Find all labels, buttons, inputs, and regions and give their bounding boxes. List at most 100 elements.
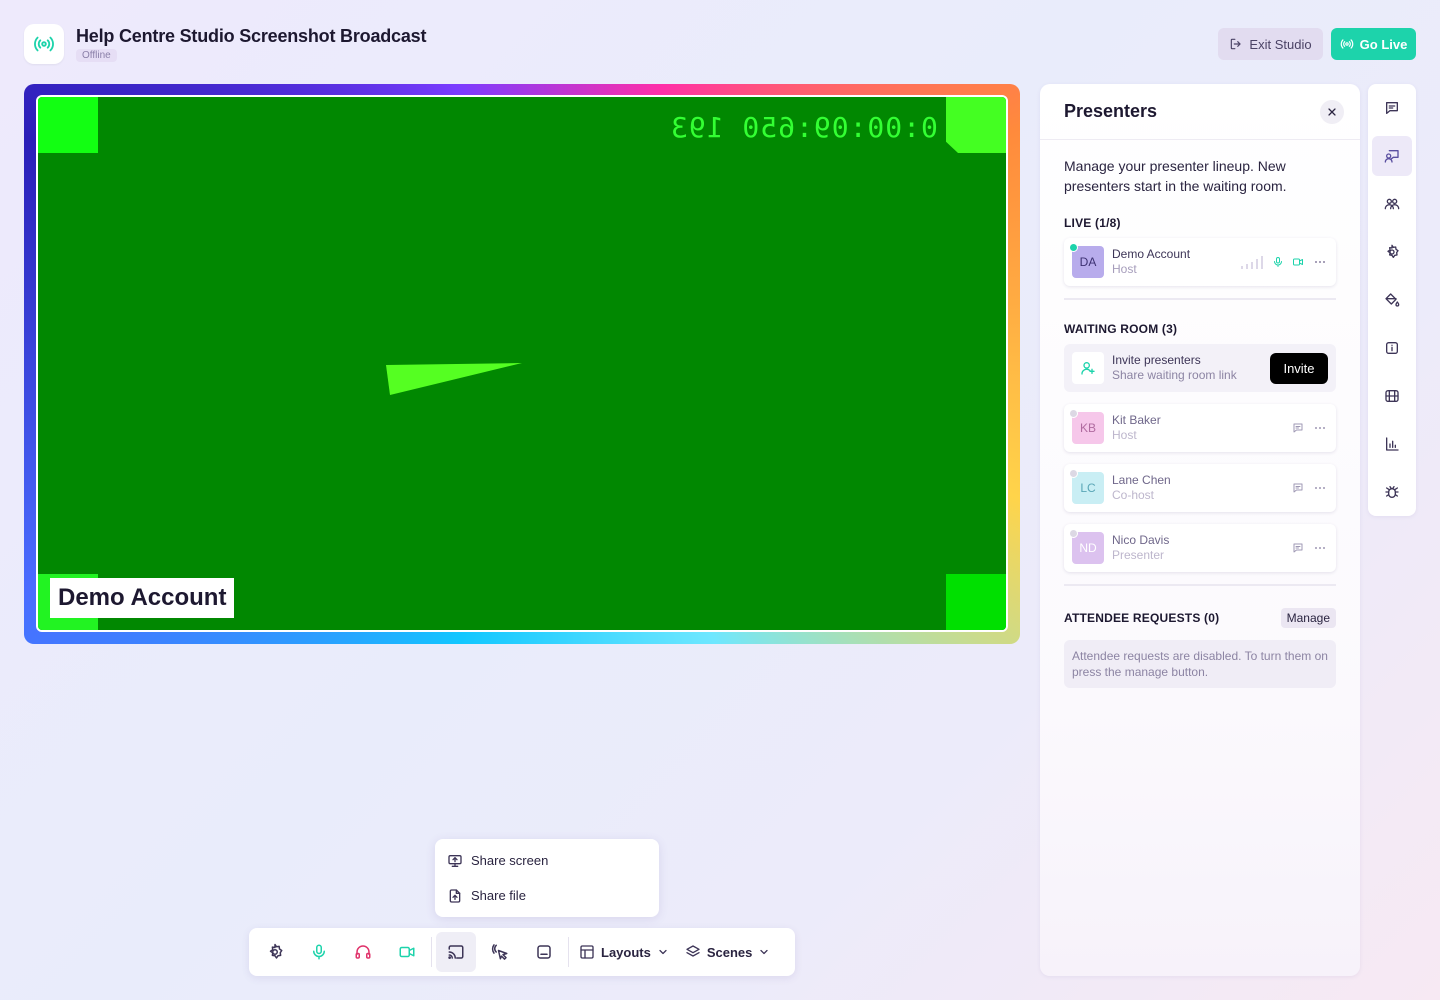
- manage-button[interactable]: Manage: [1280, 608, 1336, 628]
- microphone-button[interactable]: [299, 932, 339, 972]
- cast-icon: [448, 945, 464, 959]
- share-button[interactable]: [436, 932, 476, 972]
- presenter-name: Lane Chen: [1112, 473, 1171, 487]
- more-icon[interactable]: [1312, 482, 1328, 494]
- rail-debug-button[interactable]: [1372, 472, 1412, 512]
- microphone-icon[interactable]: [1272, 256, 1284, 268]
- gear-icon: [1387, 244, 1399, 258]
- chevron-down-icon: [760, 949, 769, 955]
- layouts-dropdown[interactable]: Layouts: [571, 932, 677, 972]
- avatar: DA: [1069, 243, 1104, 278]
- toolbar-divider: [568, 937, 569, 967]
- broadcast-icon: [34, 36, 54, 52]
- microphone-icon: [313, 944, 325, 960]
- presenter-card-live[interactable]: DA Demo Account Host: [1064, 238, 1336, 286]
- exit-studio-button[interactable]: Exit Studio: [1218, 28, 1323, 60]
- page-title: Help Centre Studio Screenshot Broadcast: [76, 26, 427, 46]
- scenes-label: Scenes: [706, 944, 753, 960]
- corner-marker-top-right: [946, 97, 1006, 153]
- close-icon: [1328, 107, 1336, 116]
- avatar: LC: [1069, 469, 1104, 504]
- online-status-dot: [1069, 243, 1078, 252]
- presenter-role: Co-host: [1112, 488, 1155, 502]
- pointer-icon: [491, 944, 508, 960]
- share-file-item[interactable]: Share file: [435, 878, 659, 913]
- chat-icon: [1386, 102, 1398, 114]
- studio-logo: [24, 24, 64, 64]
- rail-analytics-button[interactable]: [1372, 424, 1412, 464]
- rail-people-button[interactable]: [1372, 184, 1412, 224]
- headphones-button[interactable]: [343, 932, 383, 972]
- people-icon: [1384, 198, 1400, 210]
- presenter-role: Host: [1112, 262, 1137, 276]
- avatar-initials: LC: [1080, 481, 1096, 495]
- invite-button[interactable]: Invite: [1270, 352, 1328, 384]
- presenter-role: Host: [1112, 428, 1137, 442]
- paint-bucket-icon: [1385, 293, 1400, 307]
- panel-description: Manage your presenter lineup. New presen…: [1064, 158, 1287, 194]
- bottom-toolbar: Layouts Scenes: [249, 928, 795, 976]
- rail-settings-button[interactable]: [1372, 232, 1412, 272]
- add-user-icon: [1081, 362, 1095, 375]
- exit-studio-label: Exit Studio: [1249, 36, 1312, 52]
- captions-icon: [537, 945, 551, 959]
- toolbar-divider: [431, 937, 432, 967]
- avatar-initials: KB: [1079, 421, 1096, 435]
- bug-icon: [1385, 486, 1399, 498]
- video-feed[interactable]: 0:00:09:650 193 Demo Account: [36, 95, 1008, 632]
- avatar-initials: ND: [1079, 541, 1097, 555]
- chevron-down-icon: [659, 949, 667, 955]
- headphones-icon: [355, 945, 371, 959]
- chat-icon[interactable]: [1292, 422, 1304, 434]
- captions-button[interactable]: [524, 932, 564, 972]
- invite-presenters-card: Invite presenters Share waiting room lin…: [1064, 344, 1336, 392]
- more-icon[interactable]: [1312, 542, 1328, 554]
- share-menu: Share screen Share file: [435, 839, 659, 917]
- presenter-card-waiting[interactable]: KB Kit Baker Host: [1064, 404, 1336, 452]
- presenters-icon: [1384, 150, 1399, 163]
- presenter-name: Demo Account: [1112, 247, 1191, 261]
- section-divider: [1064, 584, 1336, 586]
- presenter-name-tag: Demo Account: [50, 578, 235, 618]
- panel-header: Presenters: [1040, 84, 1360, 140]
- section-divider: [1064, 298, 1336, 300]
- settings-button[interactable]: [255, 932, 295, 972]
- camera-icon[interactable]: [1292, 256, 1304, 268]
- more-icon[interactable]: [1312, 256, 1328, 268]
- offline-status-dot: [1069, 469, 1078, 478]
- avatar: KB: [1069, 409, 1104, 444]
- settings-icon: [269, 943, 283, 959]
- add-user-icon-box: [1072, 352, 1104, 384]
- go-live-button[interactable]: Go Live: [1331, 28, 1416, 60]
- rail-chat-button[interactable]: [1372, 88, 1412, 128]
- share-screen-item[interactable]: Share screen: [435, 843, 659, 878]
- pointer-button[interactable]: [480, 932, 520, 972]
- rail-info-button[interactable]: [1372, 328, 1412, 368]
- layers-icon: [686, 945, 700, 957]
- invite-title: Invite presenters: [1112, 353, 1201, 367]
- signal-strength-icon: [1241, 256, 1263, 269]
- timecode-overlay: 0:00:09:650 193: [670, 111, 938, 144]
- presenter-name: Nico Davis: [1112, 533, 1170, 547]
- scenes-dropdown[interactable]: Scenes: [677, 932, 779, 972]
- status-badge: Offline: [76, 49, 117, 62]
- camera-button[interactable]: [387, 932, 427, 972]
- chat-icon[interactable]: [1292, 482, 1304, 494]
- share-file-label: Share file: [471, 888, 526, 903]
- offline-status-dot: [1069, 529, 1078, 538]
- presenter-card-waiting[interactable]: ND Nico Davis Presenter: [1064, 524, 1336, 572]
- close-panel-button[interactable]: [1320, 99, 1344, 124]
- presenter-card-waiting[interactable]: LC Lane Chen Co-host: [1064, 464, 1336, 512]
- more-icon[interactable]: [1312, 422, 1328, 434]
- offline-status-dot: [1069, 409, 1078, 418]
- film-icon: [1385, 390, 1399, 402]
- exit-icon: [1231, 38, 1242, 50]
- rail-presenters-button[interactable]: [1372, 136, 1412, 176]
- rail-brand-button[interactable]: [1372, 280, 1412, 320]
- camera-icon: [399, 946, 415, 958]
- panel-title: Presenters: [1064, 101, 1158, 121]
- chat-icon[interactable]: [1292, 542, 1304, 554]
- presenter-role: Presenter: [1112, 548, 1165, 562]
- rail-media-button[interactable]: [1372, 376, 1412, 416]
- test-pattern-wedge: [386, 363, 522, 395]
